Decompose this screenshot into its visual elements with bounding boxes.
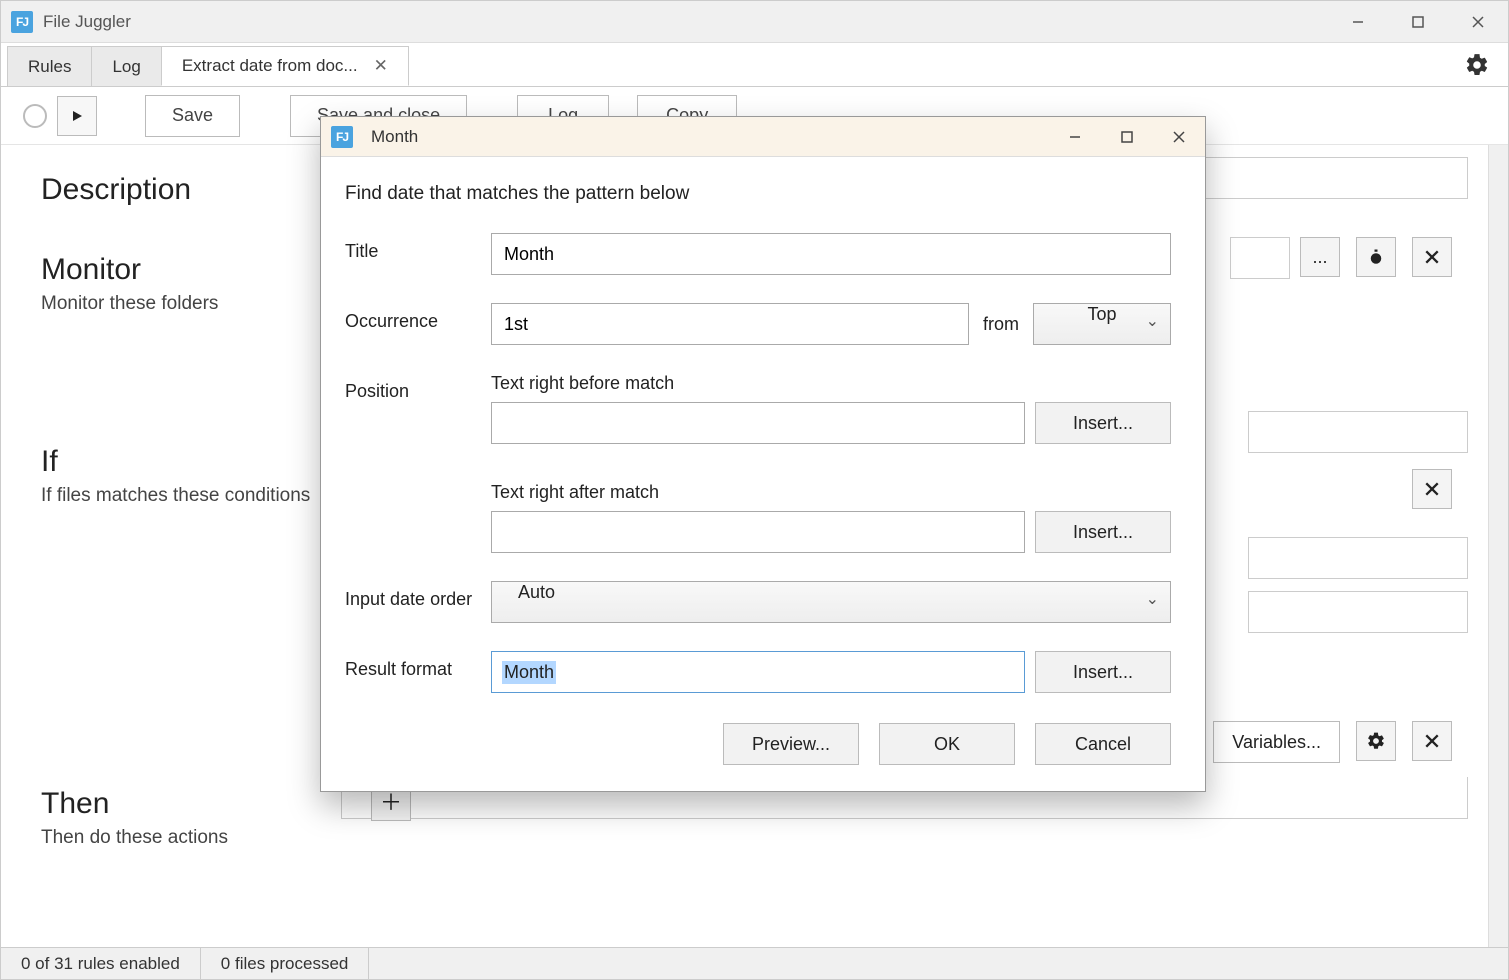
text-before-input[interactable]	[491, 402, 1025, 444]
button-label: Preview...	[752, 734, 830, 755]
tab-label: Extract date from doc...	[182, 56, 358, 76]
tab-strip: Rules Log Extract date from doc... ✕	[1, 43, 1508, 87]
section-then-title: Then	[41, 787, 325, 821]
variables-button[interactable]: Variables...	[1213, 721, 1340, 763]
dialog-minimize-button[interactable]	[1049, 117, 1101, 157]
dropdown-value: Top	[1087, 304, 1116, 324]
ok-button[interactable]: OK	[879, 723, 1015, 765]
app-icon: FJ	[331, 126, 353, 148]
dialog-title: Month	[371, 127, 418, 147]
remove-action-button[interactable]	[1412, 721, 1452, 761]
result-format-value: Month	[502, 661, 556, 684]
input-date-order-dropdown[interactable]: Auto	[491, 581, 1171, 623]
title-input[interactable]	[491, 233, 1171, 275]
remove-monitor-button[interactable]	[1412, 237, 1452, 277]
status-files: 0 files processed	[201, 948, 370, 979]
button-label: Insert...	[1073, 522, 1133, 543]
label-text-before: Text right before match	[491, 373, 1171, 394]
dialog-description: Find date that matches the pattern below	[345, 183, 1171, 205]
dialog-close-button[interactable]	[1153, 117, 1205, 157]
window-controls	[1328, 2, 1508, 42]
dialog-titlebar: FJ Month	[321, 117, 1205, 157]
label-title: Title	[345, 233, 491, 262]
section-description-title: Description	[41, 173, 325, 207]
if-value-field-3[interactable]	[1248, 591, 1468, 633]
save-button[interactable]: Save	[145, 95, 240, 137]
from-dropdown[interactable]: Top	[1033, 303, 1171, 345]
then-settings-button[interactable]	[1356, 721, 1396, 761]
dialog-maximize-button[interactable]	[1101, 117, 1153, 157]
button-label: Variables...	[1232, 732, 1321, 753]
scrollbar[interactable]	[1488, 145, 1508, 947]
tab-label: Rules	[28, 57, 71, 77]
enable-toggle-icon[interactable]	[23, 104, 47, 128]
month-dialog: FJ Month Find date that matches the patt…	[320, 116, 1206, 792]
statusbar: 0 of 31 rules enabled 0 files processed	[1, 947, 1508, 979]
if-value-field[interactable]	[1248, 411, 1468, 453]
section-if-sub: If files matches these conditions	[41, 485, 325, 507]
label-position: Position	[345, 373, 491, 402]
text-after-input[interactable]	[491, 511, 1025, 553]
tab-extract-date[interactable]: Extract date from doc... ✕	[161, 46, 409, 86]
preview-button[interactable]: Preview...	[723, 723, 859, 765]
button-label: Save	[172, 105, 213, 126]
timer-button[interactable]	[1356, 237, 1396, 277]
label-result-format: Result format	[345, 651, 491, 680]
section-labels: Description Monitor Monitor these folder…	[1, 145, 341, 947]
dropdown-value: Auto	[518, 582, 555, 602]
minimize-button[interactable]	[1328, 2, 1388, 42]
insert-result-button[interactable]: Insert...	[1035, 651, 1171, 693]
ellipsis-icon: ...	[1312, 247, 1327, 268]
section-monitor-title: Monitor	[41, 253, 325, 287]
main-titlebar: FJ File Juggler	[1, 1, 1508, 43]
button-label: Insert...	[1073, 413, 1133, 434]
label-from: from	[983, 314, 1019, 335]
status-rules: 0 of 31 rules enabled	[1, 948, 201, 979]
tab-rules[interactable]: Rules	[7, 46, 92, 86]
cancel-button[interactable]: Cancel	[1035, 723, 1171, 765]
insert-after-button[interactable]: Insert...	[1035, 511, 1171, 553]
tab-log[interactable]: Log	[91, 46, 161, 86]
button-label: Insert...	[1073, 662, 1133, 683]
run-button[interactable]	[57, 96, 97, 136]
remove-condition-button[interactable]	[1412, 469, 1452, 509]
button-label: Cancel	[1075, 734, 1131, 755]
button-label: OK	[934, 734, 960, 755]
section-then-sub: Then do these actions	[41, 827, 325, 849]
result-format-input[interactable]: Month	[491, 651, 1025, 693]
close-button[interactable]	[1448, 2, 1508, 42]
app-title: File Juggler	[43, 12, 131, 32]
label-occurrence: Occurrence	[345, 303, 491, 332]
close-icon[interactable]: ✕	[374, 56, 388, 76]
monitor-path-field[interactable]	[1230, 237, 1290, 279]
browse-button[interactable]: ...	[1300, 237, 1340, 277]
label-text-after: Text right after match	[491, 482, 1171, 503]
app-icon: FJ	[11, 11, 33, 33]
settings-icon[interactable]	[1464, 52, 1490, 78]
section-monitor-sub: Monitor these folders	[41, 293, 325, 315]
tab-label: Log	[112, 57, 140, 77]
section-if-title: If	[41, 445, 325, 479]
maximize-button[interactable]	[1388, 2, 1448, 42]
insert-before-button[interactable]: Insert...	[1035, 402, 1171, 444]
label-input-date-order: Input date order	[345, 581, 491, 610]
if-value-field-2[interactable]	[1248, 537, 1468, 579]
occurrence-input[interactable]	[491, 303, 969, 345]
